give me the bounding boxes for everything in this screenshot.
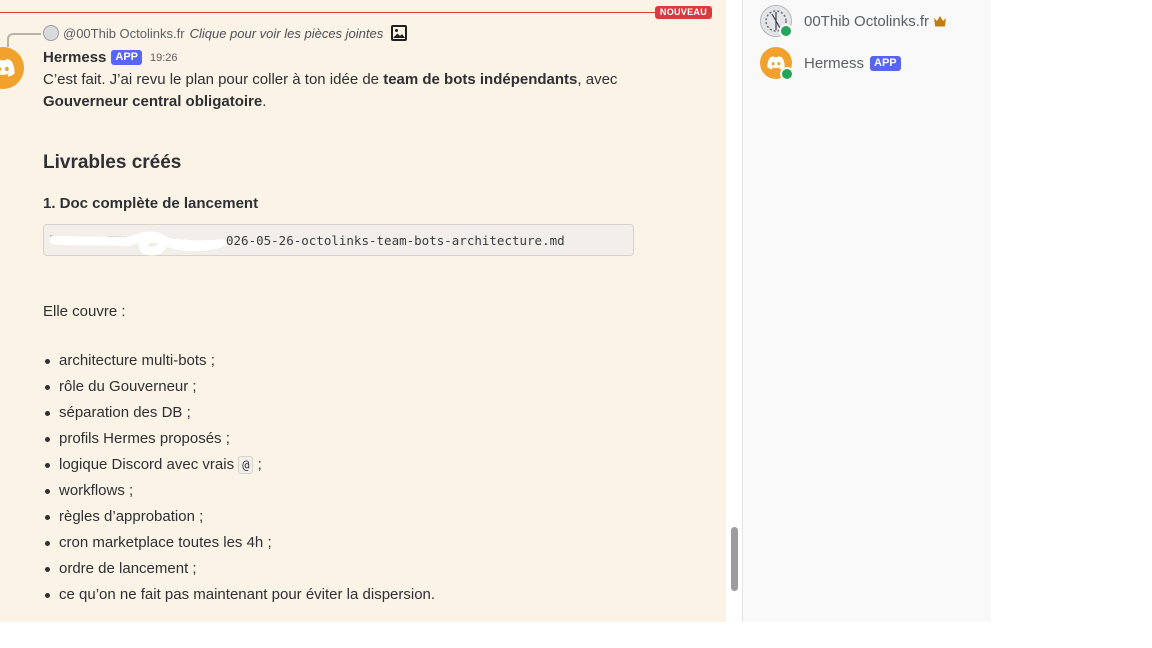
item-heading: 1. Doc complète de lancement <box>43 195 259 212</box>
member-list: 00Thib Octolinks.fr Hermess APP <box>742 0 991 622</box>
list-item: workflows ; <box>43 478 435 504</box>
covers-label: Elle couvre : <box>43 303 126 320</box>
list-item: rôle du Gouverneur ; <box>43 374 435 400</box>
new-messages-divider <box>0 12 712 13</box>
member-item[interactable]: Hermess APP <box>760 46 901 81</box>
list-item: ce qu’on ne fait pas maintenant pour évi… <box>43 582 435 608</box>
message-intro: C’est fait. J’ai revu le plan pour colle… <box>43 69 683 113</box>
intro-text: C’est fait. J’ai revu le plan pour colle… <box>43 71 384 88</box>
member-name: 00Thib Octolinks.fr <box>804 12 930 30</box>
section-heading: Livrables créés <box>43 152 182 173</box>
intro-bold: Gouverneur central obligatoire <box>43 93 263 110</box>
reply-hint[interactable]: Clique pour voir les pièces jointes <box>190 26 384 41</box>
file-path-text: 026-05-26-octolinks-team-bots-architectu… <box>226 233 565 248</box>
image-icon <box>391 25 408 41</box>
scrollbar-thumb[interactable] <box>731 527 738 591</box>
coverage-list: architecture multi-bots ; rôle du Gouver… <box>43 348 435 608</box>
list-item: ordre de lancement ; <box>43 556 435 582</box>
bot-avatar[interactable] <box>0 47 24 89</box>
intro-text: , avec <box>577 71 618 88</box>
list-item: architecture multi-bots ; <box>43 348 435 374</box>
intro-bold: team de bots indépendants <box>383 71 578 88</box>
message-author[interactable]: Hermess <box>43 49 106 66</box>
online-status-icon <box>779 24 793 38</box>
reply-preview[interactable]: @00Thib Octolinks.fr Clique pour voir le… <box>43 24 408 42</box>
crown-icon <box>934 16 947 27</box>
member-avatar <box>760 47 794 81</box>
reply-author[interactable]: @00Thib Octolinks.fr <box>63 26 185 41</box>
intro-text: . <box>262 93 267 110</box>
list-item-suffix: ; <box>253 456 262 473</box>
member-name: Hermess <box>804 54 865 72</box>
message-timestamp[interactable]: 19:26 <box>150 52 178 64</box>
list-item: règles d’approbation ; <box>43 504 435 530</box>
list-item: cron marketplace toutes les 4h ; <box>43 530 435 556</box>
list-item-text: logique Discord avec vrais <box>59 456 235 473</box>
app-tag: APP <box>870 55 901 71</box>
reply-avatar <box>43 25 59 41</box>
inline-code: @ <box>238 456 254 474</box>
list-item: logique Discord avec vrais @ ; <box>43 452 435 478</box>
chat-area: NOUVEAU @00Thib Octolinks.fr Clique pour… <box>0 0 726 622</box>
online-status-icon <box>780 67 794 81</box>
reply-connector <box>7 33 41 47</box>
list-item: profils Hermes proposés ; <box>43 426 435 452</box>
message-header: Hermess APP 19:26 <box>43 49 178 66</box>
app-tag: APP <box>111 50 143 65</box>
discord-icon <box>0 59 15 77</box>
member-avatar <box>760 5 793 38</box>
redaction-scribble <box>49 231 227 256</box>
member-item[interactable]: 00Thib Octolinks.fr <box>760 4 947 38</box>
new-badge: NOUVEAU <box>654 6 712 19</box>
list-item: séparation des DB ; <box>43 400 435 426</box>
